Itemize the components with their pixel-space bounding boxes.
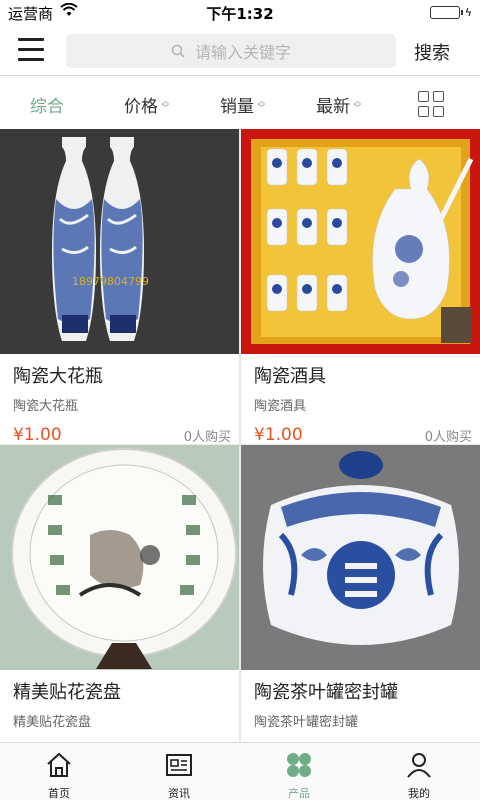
search-button[interactable]: 搜索: [414, 39, 450, 65]
product-icon: [285, 751, 313, 779]
product-subtitle: 陶瓷酒具: [254, 399, 307, 414]
product-name: 陶瓷酒具: [254, 366, 326, 387]
tab-products[interactable]: 产品: [264, 747, 334, 800]
filter-label: 价格: [124, 97, 158, 117]
product-card[interactable]: 陶瓷酒具 陶瓷酒具 ¥1.00 0人购买: [241, 129, 480, 445]
status-bar: 运营商 下午1:32 ϟ: [0, 0, 480, 26]
filter-newest[interactable]: 最新 ︿ ﹀: [316, 92, 361, 117]
product-grid: 18979804799 陶瓷大花瓶 陶瓷大花瓶 ¥1.00 0人购买 陶瓷酒具 …: [0, 129, 480, 742]
product-subtitle: 陶瓷大花瓶: [13, 399, 79, 414]
tab-mine[interactable]: 我的: [384, 747, 454, 800]
grid-view-icon[interactable]: [418, 91, 444, 117]
home-icon: [45, 751, 73, 779]
tab-home[interactable]: 首页: [24, 747, 94, 800]
product-subtitle: 精美贴花瓷盘: [13, 715, 92, 730]
filter-sales[interactable]: 销量 ︿ ﹀: [220, 92, 265, 117]
product-image-tea-jar: [241, 445, 480, 670]
product-subtitle: 陶瓷茶叶罐密封罐: [254, 715, 359, 730]
product-image-plate: [0, 445, 239, 670]
tab-label: 产品: [288, 787, 310, 800]
filter-label: 销量: [220, 97, 254, 117]
product-name: 精美贴花瓷盘: [13, 682, 121, 703]
search-input[interactable]: 请输入关键字: [66, 34, 396, 68]
filter-label: 最新: [316, 97, 350, 117]
tab-label: 首页: [48, 787, 70, 800]
tab-label: 我的: [408, 787, 430, 800]
product-sold-count: 0人购买: [424, 430, 472, 445]
filter-comprehensive[interactable]: 综合: [30, 92, 64, 117]
filter-label: 综合: [30, 97, 64, 117]
top-bar: 请输入关键字 搜索: [0, 26, 480, 76]
product-name: 陶瓷大花瓶: [13, 366, 103, 387]
filter-price[interactable]: 价格 ︿ ﹀: [124, 92, 169, 117]
product-card[interactable]: 陶瓷茶叶罐密封罐 陶瓷茶叶罐密封罐: [241, 445, 480, 742]
product-card[interactable]: 精美贴花瓷盘 精美贴花瓷盘: [0, 445, 239, 742]
search-icon: [171, 44, 185, 58]
sort-arrows-icon: ︿ ﹀: [162, 96, 169, 112]
bottom-tab-bar: 首页 资讯 产品 我的: [0, 742, 480, 800]
tab-news[interactable]: 资讯: [144, 747, 214, 800]
image-watermark: 18979804799: [72, 275, 149, 288]
sort-arrows-icon: ︿ ﹀: [354, 96, 361, 112]
product-sold-count: 0人购买: [183, 430, 231, 445]
product-name: 陶瓷茶叶罐密封罐: [254, 682, 398, 703]
battery-icon: ϟ: [430, 6, 472, 19]
product-price: ¥1.00: [13, 425, 62, 445]
product-image-vases: 18979804799: [0, 129, 239, 354]
user-icon: [405, 751, 433, 779]
news-icon: [165, 751, 193, 779]
product-card[interactable]: 18979804799 陶瓷大花瓶 陶瓷大花瓶 ¥1.00 0人购买: [0, 129, 239, 445]
sort-filter-bar: 综合 价格 ︿ ﹀ 销量 ︿ ﹀ 最新 ︿ ﹀: [0, 77, 480, 129]
clock: 下午1:32: [206, 5, 274, 23]
product-price: ¥1.00: [254, 425, 303, 445]
search-placeholder: 请输入关键字: [194, 43, 291, 62]
tab-label: 资讯: [168, 787, 190, 800]
menu-icon[interactable]: [18, 38, 46, 62]
sort-arrows-icon: ︿ ﹀: [258, 96, 265, 112]
product-image-wine-set: [241, 129, 480, 354]
